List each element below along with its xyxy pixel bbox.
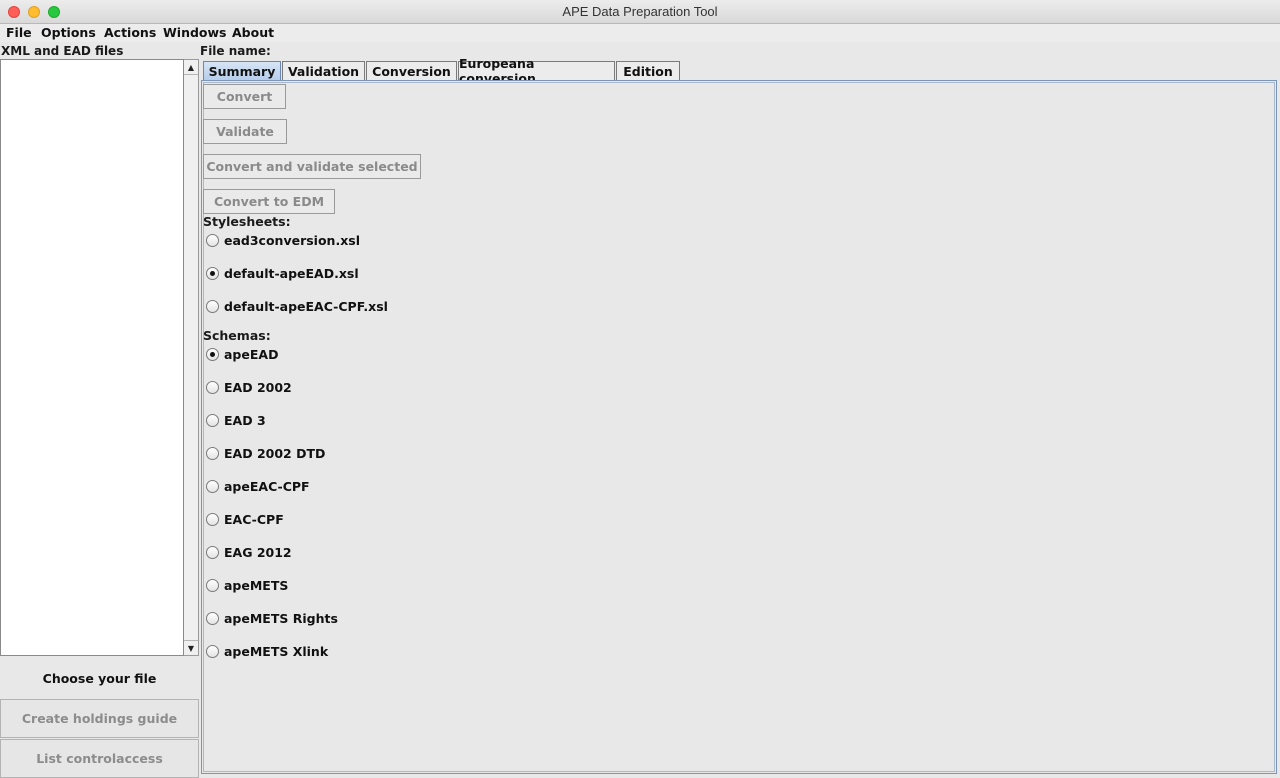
menu-actions[interactable]: Actions xyxy=(104,25,156,40)
radio-unchecked-icon[interactable] xyxy=(206,578,219,592)
summary-panel-inner xyxy=(203,82,1275,772)
stylesheet-radio-option[interactable]: ead3conversion.xsl xyxy=(206,232,360,248)
file-list-scrollbar[interactable]: ▲ ▼ xyxy=(184,59,199,656)
choose-file-button[interactable]: Choose your file xyxy=(0,659,199,698)
schema-radio-label: apeEAC-CPF xyxy=(224,478,310,494)
file-list-title: XML and EAD files xyxy=(1,44,124,58)
schema-radio-label: apeMETS xyxy=(224,577,289,593)
schema-radio-option[interactable]: EAD 2002 DTD xyxy=(206,445,325,461)
stylesheet-radio-label: default-apeEAD.xsl xyxy=(224,265,359,281)
radio-unchecked-icon[interactable] xyxy=(206,413,219,427)
schema-radio-option[interactable]: EAD 3 xyxy=(206,412,266,428)
schema-radio-label: EAC-CPF xyxy=(224,511,284,527)
stylesheets-label: Stylesheets: xyxy=(203,214,291,229)
menu-windows[interactable]: Windows xyxy=(163,25,227,40)
schema-radio-label: EAD 3 xyxy=(224,412,266,428)
schema-radio-option[interactable]: apeMETS Xlink xyxy=(206,643,328,659)
stylesheet-radio-option[interactable]: default-apeEAD.xsl xyxy=(206,265,359,281)
convert-to-edm-button[interactable]: Convert to EDM xyxy=(203,189,335,214)
scroll-down-arrow-icon[interactable]: ▼ xyxy=(184,640,198,655)
schema-radio-label: apeMETS Rights xyxy=(224,610,338,626)
menu-bar: File Options Actions Windows About xyxy=(0,24,1280,42)
schema-radio-label: EAG 2012 xyxy=(224,544,292,560)
convert-and-validate-button[interactable]: Convert and validate selected xyxy=(203,154,421,179)
file-name-label: File name: xyxy=(200,44,271,58)
schema-radio-option[interactable]: EAC-CPF xyxy=(206,511,284,527)
scroll-up-arrow-icon[interactable]: ▲ xyxy=(184,60,198,75)
schema-radio-label: EAD 2002 DTD xyxy=(224,445,326,461)
schema-radio-option[interactable]: apeMETS xyxy=(206,577,288,593)
stylesheet-radio-label: ead3conversion.xsl xyxy=(224,232,360,248)
radio-checked-icon[interactable] xyxy=(206,266,219,280)
schema-radio-label: apeEAD xyxy=(224,346,279,362)
menu-options[interactable]: Options xyxy=(41,25,96,40)
tab-europeana-conversion[interactable]: Europeana conversion xyxy=(458,56,615,86)
schema-radio-option[interactable]: EAG 2012 xyxy=(206,544,292,560)
stylesheet-radio-option[interactable]: default-apeEAC-CPF.xsl xyxy=(206,298,388,314)
validate-button[interactable]: Validate xyxy=(203,119,287,144)
tab-conversion[interactable]: Conversion xyxy=(366,61,457,80)
schema-radio-label: apeMETS Xlink xyxy=(224,643,329,659)
radio-unchecked-icon[interactable] xyxy=(206,545,219,559)
convert-button[interactable]: Convert xyxy=(203,84,286,109)
radio-unchecked-icon[interactable] xyxy=(206,233,219,247)
title-bar: APE Data Preparation Tool xyxy=(0,0,1280,24)
schemas-label: Schemas: xyxy=(203,328,271,343)
schema-radio-option[interactable]: apeMETS Rights xyxy=(206,610,338,626)
radio-unchecked-icon[interactable] xyxy=(206,299,219,313)
tab-validation[interactable]: Validation xyxy=(282,61,365,80)
radio-unchecked-icon[interactable] xyxy=(206,446,219,460)
radio-unchecked-icon[interactable] xyxy=(206,479,219,493)
menu-file[interactable]: File xyxy=(6,25,32,40)
radio-unchecked-icon[interactable] xyxy=(206,512,219,526)
radio-unchecked-icon[interactable] xyxy=(206,611,219,625)
radio-unchecked-icon[interactable] xyxy=(206,380,219,394)
tab-edition[interactable]: Edition xyxy=(616,61,680,80)
menu-about[interactable]: About xyxy=(232,25,274,40)
radio-checked-icon[interactable] xyxy=(206,347,219,361)
schema-radio-label: EAD 2002 xyxy=(224,379,292,395)
window-title: APE Data Preparation Tool xyxy=(562,4,718,19)
schema-radio-option[interactable]: apeEAC-CPF xyxy=(206,478,310,494)
list-controlaccess-button[interactable]: List controlaccess xyxy=(0,739,199,778)
create-holdings-guide-button[interactable]: Create holdings guide xyxy=(0,699,199,738)
stylesheet-radio-label: default-apeEAC-CPF.xsl xyxy=(224,298,388,314)
schema-radio-option[interactable]: apeEAD xyxy=(206,346,278,362)
schema-radio-option[interactable]: EAD 2002 xyxy=(206,379,292,395)
radio-unchecked-icon[interactable] xyxy=(206,644,219,658)
file-list[interactable] xyxy=(0,59,184,656)
tab-summary[interactable]: Summary xyxy=(203,61,281,80)
